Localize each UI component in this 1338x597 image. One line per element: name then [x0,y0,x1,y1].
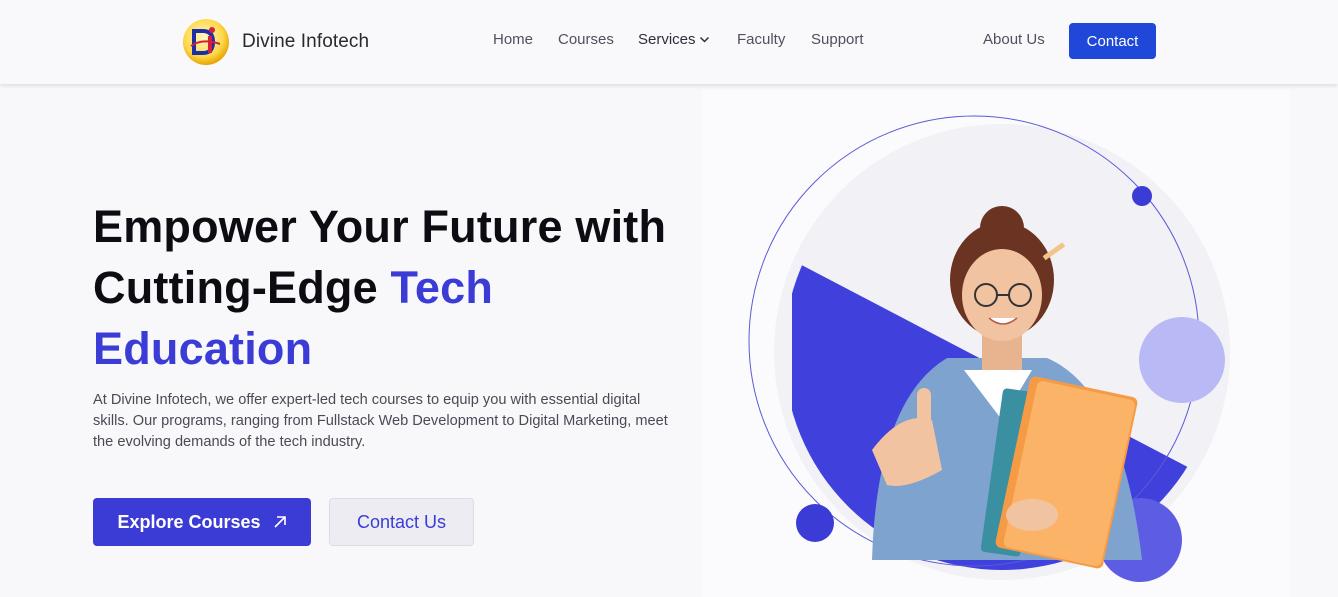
explore-courses-button[interactable]: Explore Courses [93,498,311,546]
hero-title-accent-tech: Tech [390,262,494,313]
contact-button[interactable]: Contact [1069,23,1156,59]
contact-us-button[interactable]: Contact Us [329,498,474,546]
nav-courses[interactable]: Courses [558,31,614,48]
arrow-up-right-icon [273,516,286,528]
nav-about-us[interactable]: About Us [983,31,1045,48]
nav-faculty[interactable]: Faculty [737,31,785,48]
nav-home[interactable]: Home [493,31,533,48]
brand-logo[interactable] [182,18,230,66]
nav-services[interactable]: Services [638,31,710,48]
hero-title-line2: Cutting-Edge [93,262,391,313]
hero-title-line1: Empower Your Future with [93,201,667,252]
hero-illustration [702,90,1290,597]
hero-title: Empower Your Future with Cutting-Edge Te… [93,196,693,379]
chevron-down-icon [699,36,709,43]
nav-support[interactable]: Support [811,31,864,48]
hero-description: At Divine Infotech, we offer expert-led … [93,392,668,450]
brand-name[interactable]: Divine Infotech [242,31,369,53]
explore-courses-label: Explore Courses [117,511,261,532]
top-navbar: Divine Infotech Home Courses Services Fa… [0,0,1338,84]
hero-title-accent-education: Education [93,323,313,374]
nav-services-label: Services [638,31,696,48]
